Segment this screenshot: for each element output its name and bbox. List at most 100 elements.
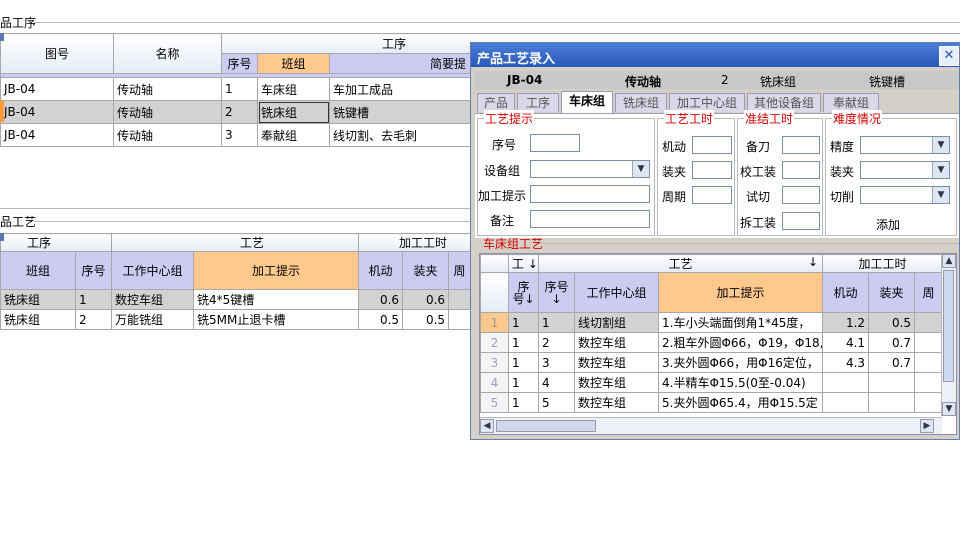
cell-clamp: 0.5 [868, 312, 916, 333]
cell-seq1: 1 [508, 312, 539, 333]
col-clamp[interactable]: 装夹 [868, 272, 916, 313]
label-tool-prep: 备刀 [746, 140, 771, 154]
chevron-down-icon[interactable]: ▼ [932, 187, 949, 203]
cell-clamp [868, 372, 916, 393]
col-seq1[interactable]: 序号↓ [508, 272, 539, 313]
col-machine[interactable]: 机动 [822, 272, 870, 313]
col-clamp[interactable]: 装夹 [402, 251, 450, 290]
scroll-thumb[interactable] [496, 420, 596, 432]
craft-table: 工序 工艺 加工工时 班组 序号 工作中心组 加工提示 机动 装夹 周 铣床组 … [0, 233, 472, 330]
cell-cycle [914, 312, 944, 333]
sort-arrow-icon[interactable]: ↓ [551, 292, 561, 306]
trial-cut-input[interactable] [782, 186, 820, 204]
table-row-selected[interactable]: 铣床组 1 数控车组 铣4*5键槽 0.6 0.6 [0, 289, 472, 310]
remove-fixture-input[interactable] [782, 212, 820, 230]
cell-machine: 0.5 [358, 309, 404, 330]
cell-work-center: 数控车组 [574, 392, 659, 413]
cell-clamp: 0.6 [402, 289, 450, 310]
note-input[interactable] [530, 210, 650, 228]
col-team[interactable]: 班组 [0, 251, 76, 290]
table-row[interactable]: 5 1 5 数控车组 5.夹外圆Φ65.4，用Φ15.5定 [480, 392, 944, 413]
close-icon[interactable]: ✕ [939, 46, 959, 66]
cell-work-center: 数控车组 [111, 289, 195, 310]
cell-seq: 2 [221, 100, 258, 124]
seq-input[interactable] [530, 134, 580, 152]
sort-arrow-icon[interactable]: ↓ [808, 256, 818, 270]
chevron-down-icon[interactable]: ▼ [932, 137, 949, 153]
cell-team-focused[interactable]: 铣床组 [257, 100, 330, 124]
add-button[interactable]: 添加 [876, 216, 900, 233]
tab-milling[interactable]: 铣床组 [615, 93, 667, 112]
chevron-down-icon[interactable]: ▼ [632, 161, 649, 177]
precision-select[interactable]: ▼ [860, 136, 950, 154]
sort-arrow-icon[interactable]: ↓ [524, 292, 534, 306]
scroll-down-icon[interactable]: ▼ [942, 402, 956, 416]
cutting-select[interactable]: ▼ [860, 186, 950, 204]
col-hint[interactable]: 加工提示 [657, 272, 824, 313]
row-number: 1 [480, 312, 509, 333]
col-cycle[interactable]: 周 [448, 251, 472, 290]
scroll-right-icon[interactable]: ▶ [920, 419, 934, 433]
group-setup-hours: 准结工时 备刀 校工装 试切 拆工装 [737, 110, 823, 236]
cell-work-center: 数控车组 [574, 332, 659, 353]
cell-clamp: 0.7 [868, 332, 916, 353]
cell-drawing-no: JB-04 [0, 123, 114, 147]
cell-hint: 铣5MM止退卡槽 [193, 309, 360, 330]
cell-seq2: 1 [538, 312, 575, 333]
clamp-time-input[interactable] [692, 161, 732, 179]
col-hint[interactable]: 加工提示 [193, 251, 360, 290]
cell-seq2: 5 [538, 392, 575, 413]
table-row[interactable]: 铣床组 2 万能铣组 铣5MM止退卡槽 0.5 0.5 [0, 309, 472, 330]
calibrate-input[interactable] [782, 161, 820, 179]
col-name[interactable]: 名称 [113, 33, 222, 74]
dialog-titlebar[interactable]: 产品工艺录入 ✕ [471, 43, 959, 67]
label-calibrate: 校工装 [740, 165, 777, 179]
col-seq[interactable]: 序号 [74, 251, 113, 290]
device-group-select[interactable]: ▼ [530, 160, 650, 178]
row-number: 4 [480, 372, 509, 393]
scroll-left-icon[interactable]: ◀ [480, 419, 494, 433]
col-team[interactable]: 班组 [257, 53, 330, 74]
col-group-hours: 加工工时 [822, 254, 944, 273]
cell-team: 铣床组 [0, 309, 76, 330]
label-clamp-difficulty: 装夹 [830, 165, 855, 179]
section-divider [541, 243, 959, 244]
col-seq2[interactable]: 序号↓ [538, 272, 575, 313]
label-seq: 序号 [492, 138, 517, 152]
cell-team: 奉献组 [257, 123, 330, 147]
table-row[interactable]: 2 1 2 数控车组 2.粗车外圆Φ66，Φ19，Φ18, 4.1 0.7 [480, 332, 944, 353]
cell-hint: 4.半精车Φ15.5(0至-0.04) [657, 372, 824, 393]
cell-seq1: 1 [508, 372, 539, 393]
cell-cycle [914, 392, 944, 413]
sort-arrow-icon[interactable]: ↓ [528, 257, 538, 271]
vertical-scrollbar[interactable]: ▲ ▼ [941, 254, 956, 416]
scroll-thumb[interactable] [943, 270, 954, 382]
cell-machine: 1.2 [822, 312, 870, 333]
scroll-up-icon[interactable]: ▲ [942, 254, 956, 268]
process-hint-input[interactable] [530, 185, 650, 203]
machine-time-input[interactable] [692, 136, 732, 154]
col-machine[interactable]: 机动 [358, 251, 404, 290]
entry-panel: 工艺提示 序号 设备组 ▼ 加工提示 备注 工艺工时 机动 装夹 周期 准结工时… [475, 110, 959, 238]
col-cycle[interactable]: 周 [914, 272, 944, 313]
cell-cycle [448, 309, 472, 330]
tab-lathe[interactable]: 车床组 [561, 91, 613, 113]
col-drawing-no[interactable]: 图号 [0, 33, 114, 74]
table-row[interactable]: 4 1 4 数控车组 4.半精车Φ15.5(0至-0.04) [480, 372, 944, 393]
cell-machine: 0.6 [358, 289, 404, 310]
label-note: 备注 [490, 214, 515, 228]
horizontal-scrollbar[interactable]: ◀ ▶ [480, 417, 942, 434]
col-work-center[interactable]: 工作中心组 [111, 251, 195, 290]
col-work-center[interactable]: 工作中心组 [574, 272, 659, 313]
label-cutting: 切削 [830, 190, 855, 204]
chevron-down-icon[interactable]: ▼ [932, 162, 949, 178]
table-row[interactable]: 3 1 3 数控车组 3.夹外圆Φ66，用Φ16定位， 4.3 0.7 [480, 352, 944, 373]
cycle-time-input[interactable] [692, 186, 732, 204]
group-title: 难度情况 [832, 110, 883, 127]
clamp-difficulty-select[interactable]: ▼ [860, 161, 950, 179]
col-seq[interactable]: 序号 [221, 53, 258, 74]
cell-drawing-no: JB-04 [0, 100, 114, 124]
info-team: 铣床组 [760, 75, 797, 89]
tool-prep-input[interactable] [782, 136, 820, 154]
table-row-selected[interactable]: 1 1 1 线切割组 1.车小头端面倒角1*45度， 1.2 0.5 [480, 312, 944, 333]
